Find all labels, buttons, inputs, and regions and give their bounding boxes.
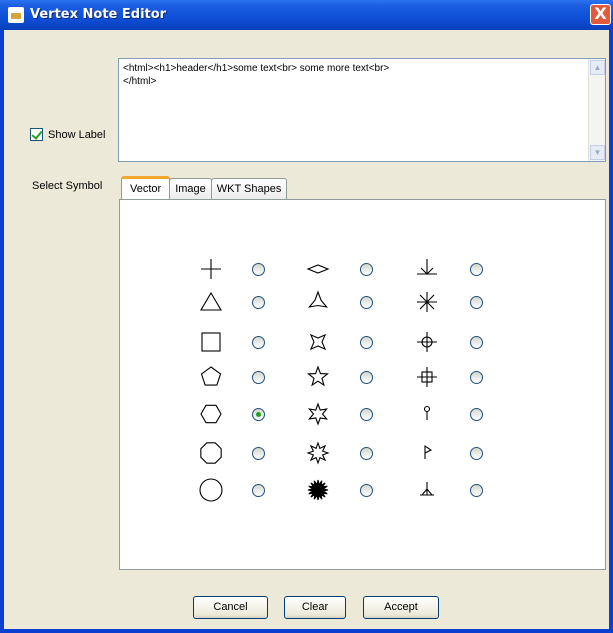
- tri-star-symbol-icon: [307, 290, 329, 308]
- window-title: Vertex Note Editor: [30, 7, 167, 22]
- java-cup-icon: [8, 7, 24, 23]
- checkbox-box[interactable]: [30, 128, 43, 141]
- show-label-text: Show Label: [48, 128, 106, 141]
- diamond-radio[interactable]: [360, 263, 373, 276]
- square-cross-radio[interactable]: [470, 371, 483, 384]
- vector-symbol-panel: [119, 199, 606, 570]
- clear-button[interactable]: Clear: [284, 596, 346, 619]
- diamond-symbol-icon: [306, 264, 330, 274]
- four-point-star-radio[interactable]: [360, 336, 373, 349]
- scroll-down-icon[interactable]: ▼: [590, 145, 605, 160]
- scroll-up-icon[interactable]: ▲: [590, 60, 605, 75]
- triangle-radio[interactable]: [252, 296, 265, 309]
- square-radio[interactable]: [252, 336, 265, 349]
- octagon-radio[interactable]: [252, 447, 265, 460]
- accept-button[interactable]: Accept: [363, 596, 439, 619]
- stake-symbol-icon: [420, 482, 434, 496]
- down-arrow-mark-symbol-icon: [417, 259, 437, 275]
- octagon-symbol-icon: [200, 442, 222, 464]
- circle-symbol-icon: [199, 478, 223, 502]
- label-text-area[interactable]: <html><h1>header</h1>some text<br> some …: [118, 58, 606, 162]
- symbol-tabs: Vector Image WKT Shapes: [121, 176, 288, 200]
- eight-point-star-symbol-icon: [306, 441, 330, 465]
- eight-point-star-radio[interactable]: [360, 447, 373, 460]
- title-bar[interactable]: Vertex Note Editor X: [0, 0, 613, 30]
- sixteen-point-star-symbol-icon: [307, 479, 329, 501]
- six-point-star-symbol-icon: [307, 402, 329, 426]
- circle-cross-radio[interactable]: [470, 336, 483, 349]
- tri-star-radio[interactable]: [360, 296, 373, 309]
- close-button[interactable]: X: [590, 4, 611, 25]
- tab-wkt-shapes[interactable]: WKT Shapes: [210, 178, 288, 199]
- flag-radio[interactable]: [470, 447, 483, 460]
- pin-symbol-icon: [423, 405, 431, 420]
- cross-radio[interactable]: [252, 263, 265, 276]
- label-text-content[interactable]: <html><h1>header</h1>some text<br> some …: [123, 62, 583, 88]
- asterisk-symbol-icon: [417, 292, 437, 312]
- four-point-star-symbol-icon: [309, 333, 327, 351]
- hexagon-radio[interactable]: [252, 408, 265, 421]
- pentagon-radio[interactable]: [252, 371, 265, 384]
- asterisk-radio[interactable]: [470, 296, 483, 309]
- six-point-star-radio[interactable]: [360, 408, 373, 421]
- pentagon-symbol-icon: [200, 366, 222, 386]
- down-arrow-mark-radio[interactable]: [470, 263, 483, 276]
- select-symbol-label: Select Symbol: [32, 180, 103, 192]
- five-point-star-radio[interactable]: [360, 371, 373, 384]
- tab-vector[interactable]: Vector: [121, 176, 171, 199]
- sixteen-point-star-radio[interactable]: [360, 484, 373, 497]
- hexagon-symbol-icon: [200, 404, 222, 424]
- tab-image[interactable]: Image: [169, 178, 212, 199]
- cancel-button[interactable]: Cancel: [193, 596, 268, 619]
- triangle-symbol-icon: [200, 291, 222, 311]
- cross-symbol-icon: [201, 259, 221, 279]
- pin-radio[interactable]: [470, 408, 483, 421]
- flag-symbol-icon: [424, 444, 433, 459]
- show-label-checkbox[interactable]: Show Label: [30, 128, 106, 141]
- vertical-scrollbar[interactable]: ▲ ▼: [588, 59, 605, 161]
- square-cross-symbol-icon: [417, 367, 437, 387]
- square-symbol-icon: [201, 332, 221, 352]
- circle-radio[interactable]: [252, 484, 265, 497]
- five-point-star-symbol-icon: [306, 365, 330, 387]
- stake-radio[interactable]: [470, 484, 483, 497]
- circle-cross-symbol-icon: [417, 332, 437, 352]
